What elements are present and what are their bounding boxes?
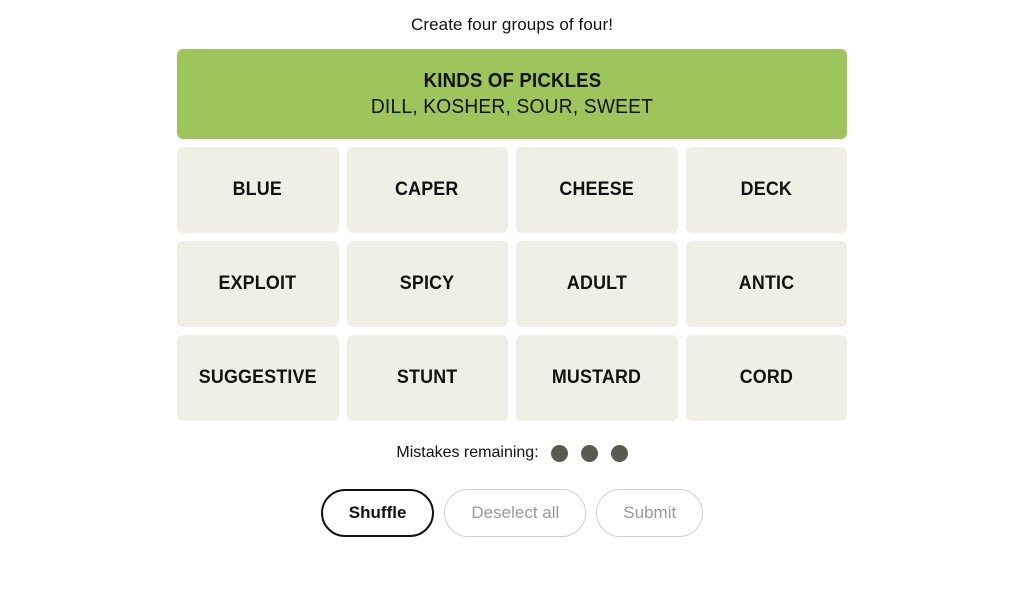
mistake-dot-icon — [550, 444, 568, 462]
tile-label: ANTIC — [738, 273, 795, 294]
word-tile[interactable]: CAPER — [346, 147, 508, 233]
solved-group-row: KINDS OF PICKLES DILL, KOSHER, SOUR, SWE… — [177, 49, 847, 139]
mistake-dot-icon — [610, 444, 628, 462]
deselect-all-button[interactable]: Deselect all — [444, 489, 587, 537]
tile-label: DECK — [740, 179, 792, 200]
tile-row: SUGGESTIVE STUNT MUSTARD CORD — [177, 335, 847, 421]
tile-label: BLUE — [233, 179, 283, 200]
word-tile[interactable]: SPICY — [346, 241, 508, 327]
tile-row: EXPLOIT SPICY ADULT ANTIC — [177, 241, 847, 327]
tile-label: ADULT — [566, 273, 627, 294]
tile-label: SPICY — [399, 273, 455, 294]
shuffle-button[interactable]: Shuffle — [320, 489, 435, 537]
tile-label: MUSTARD — [552, 367, 642, 388]
solved-group-members: DILL, KOSHER, SOUR, SWEET — [370, 95, 654, 118]
mistakes-remaining: Mistakes remaining: — [396, 443, 628, 463]
connections-game-page: Create four groups of four! KINDS OF PIC… — [0, 0, 1024, 591]
word-tile[interactable]: BLUE — [177, 147, 339, 233]
puzzle-board: KINDS OF PICKLES DILL, KOSHER, SOUR, SWE… — [177, 49, 847, 421]
tile-label: STUNT — [397, 367, 458, 388]
word-tile[interactable]: SUGGESTIVE — [177, 335, 339, 421]
control-buttons: Shuffle Deselect all Submit — [320, 489, 704, 537]
tile-label: EXPLOIT — [218, 273, 297, 294]
word-tile[interactable]: MUSTARD — [516, 335, 678, 421]
word-tile[interactable]: STUNT — [346, 335, 508, 421]
tile-label: CAPER — [395, 179, 459, 200]
word-tile[interactable]: CORD — [685, 335, 847, 421]
word-tile[interactable]: CHEESE — [516, 147, 678, 233]
tile-label: SUGGESTIVE — [198, 367, 317, 388]
word-tile[interactable]: ANTIC — [685, 241, 847, 327]
mistake-dot-icon — [580, 444, 598, 462]
mistake-dots — [550, 444, 628, 462]
word-tile[interactable]: DECK — [685, 147, 847, 233]
tile-row: BLUE CAPER CHEESE DECK — [177, 147, 847, 233]
instruction-text: Create four groups of four! — [410, 15, 614, 34]
mistakes-label: Mistakes remaining: — [396, 444, 539, 461]
tile-label: CHEESE — [559, 179, 635, 200]
word-tile[interactable]: ADULT — [516, 241, 678, 327]
word-tile[interactable]: EXPLOIT — [177, 241, 339, 327]
tile-label: CORD — [739, 367, 793, 388]
submit-button[interactable]: Submit — [596, 489, 704, 537]
solved-group-title: KINDS OF PICKLES — [423, 69, 601, 92]
